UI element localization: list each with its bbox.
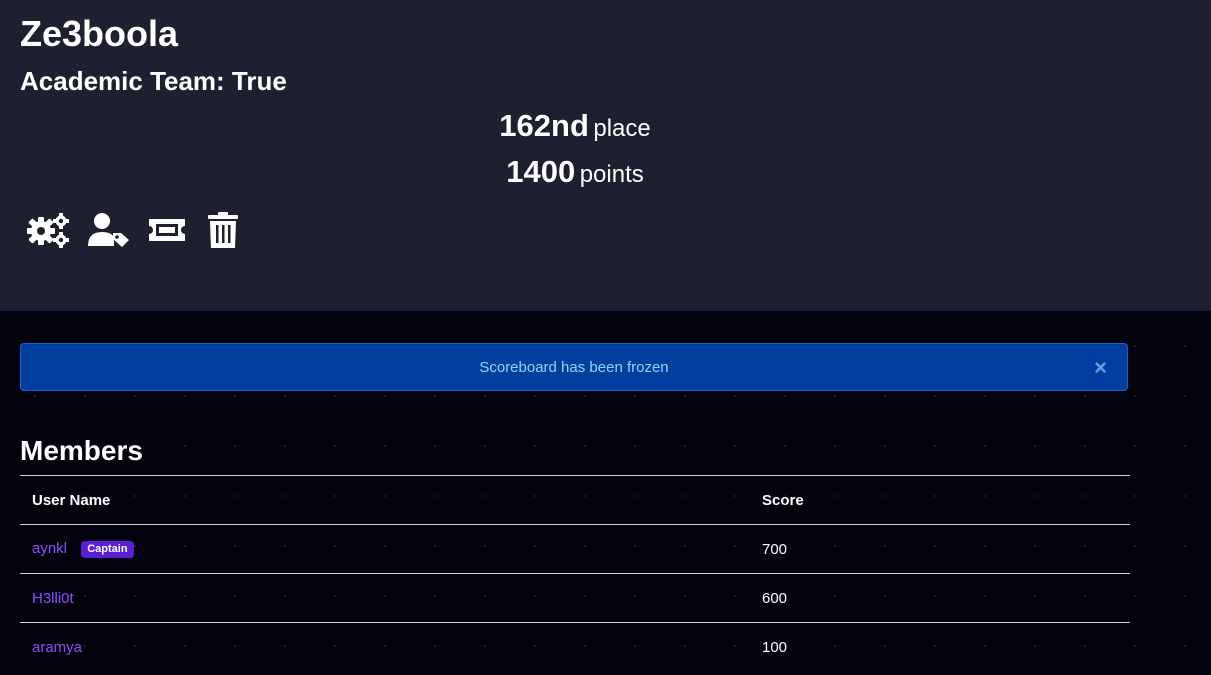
members-heading: Members (20, 435, 143, 466)
ticket-icon (149, 219, 185, 241)
members-table: User Name Score aynkl Captain 700 H3lli0… (20, 475, 1130, 671)
member-score: 100 (750, 622, 1130, 671)
team-place: 162nd place (0, 106, 1150, 152)
member-link[interactable]: aynkl (32, 540, 67, 557)
member-link[interactable]: aramya (32, 639, 82, 656)
team-captain-button[interactable] (86, 210, 132, 250)
member-score: 700 (750, 524, 1130, 574)
member-score: 600 (750, 573, 1130, 623)
team-actions (26, 210, 266, 250)
team-header: Ze3boola Academic Team: True 162nd place… (0, 0, 1211, 311)
team-delete-button[interactable] (206, 210, 252, 250)
member-name-cell: aramya (20, 622, 750, 671)
place-value: 162nd (499, 108, 589, 143)
team-invite-button[interactable] (146, 210, 192, 250)
alert-message: Scoreboard has been frozen (479, 359, 669, 376)
points-value: 1400 (506, 154, 576, 189)
alert-close-button[interactable]: × (1094, 344, 1107, 392)
column-header-score: Score (750, 475, 1130, 525)
table-row: aynkl Captain 700 (20, 524, 1130, 574)
table-row: aramya 100 (20, 622, 1130, 671)
team-affiliation: Academic Team: True (20, 66, 287, 96)
settings-gears-icon (27, 213, 69, 248)
place-unit: place (593, 115, 651, 142)
column-header-username: User Name (20, 475, 750, 525)
team-name: Ze3boola (20, 13, 179, 54)
member-link[interactable]: H3lli0t (32, 590, 74, 607)
member-name-cell: aynkl Captain (20, 524, 750, 574)
user-tag-icon (88, 213, 129, 247)
scoreboard-frozen-alert: Scoreboard has been frozen × (20, 343, 1128, 391)
member-name-cell: H3lli0t (20, 573, 750, 623)
team-settings-button[interactable] (26, 210, 72, 250)
table-row: H3lli0t 600 (20, 573, 1130, 623)
team-points: 1400 points (0, 152, 1150, 198)
captain-badge: Captain (81, 541, 134, 558)
points-unit: points (579, 161, 644, 188)
trash-icon (208, 212, 238, 248)
table-header-row: User Name Score (20, 475, 1130, 525)
